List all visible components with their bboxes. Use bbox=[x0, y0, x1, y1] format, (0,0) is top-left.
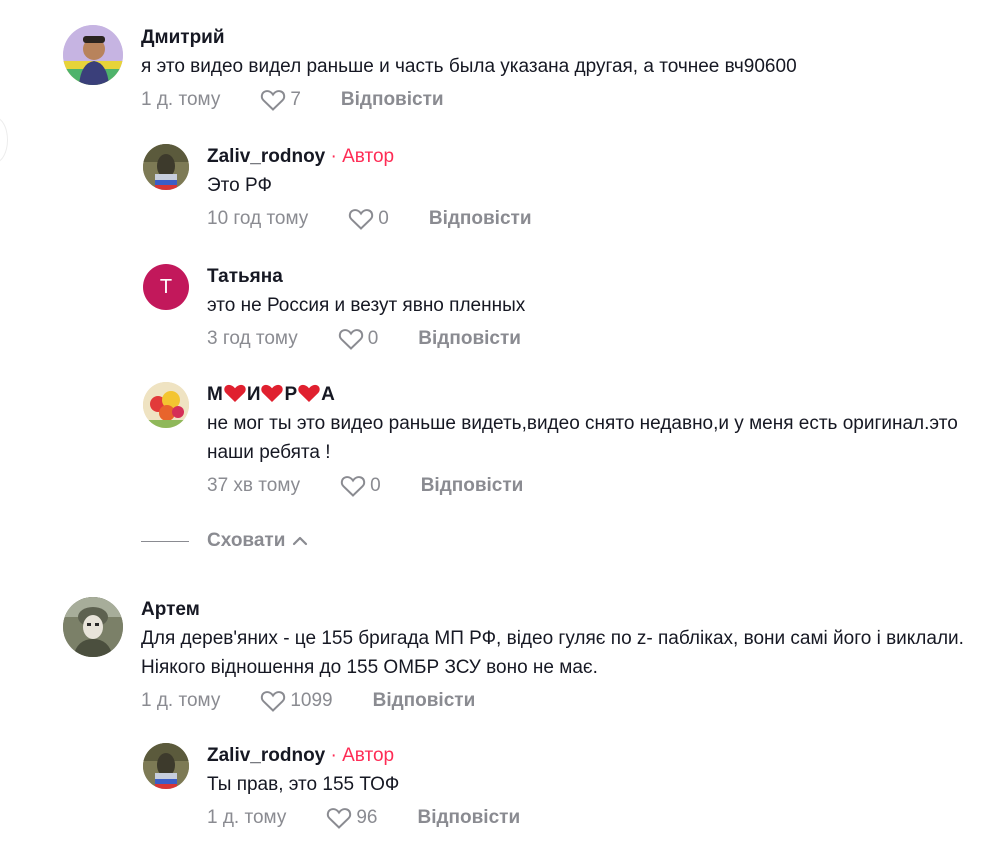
name-letter: Р bbox=[284, 384, 298, 405]
name-letter: М bbox=[207, 384, 223, 405]
reply-button[interactable]: Відповісти bbox=[417, 807, 520, 829]
name-letter: А bbox=[321, 384, 335, 405]
author-name-text: Zaliv_rodnoy bbox=[207, 146, 326, 167]
comment-text: не мог ты это видео раньше видеть,видео … bbox=[207, 413, 958, 463]
heart-outline-icon bbox=[338, 329, 363, 350]
like-count: 7 bbox=[290, 89, 301, 110]
comment-meta: 1 д. тому 1099 Відповісти bbox=[141, 686, 986, 716]
like-button[interactable]: 0 bbox=[338, 327, 379, 351]
heart-outline-icon bbox=[327, 808, 352, 829]
comment-author-name[interactable]: Дмитрий bbox=[141, 25, 797, 51]
comment-text: я это видео видел раньше и часть была ук… bbox=[141, 56, 797, 77]
red-heart-icon bbox=[298, 384, 320, 402]
reply-button[interactable]: Відповісти bbox=[421, 475, 524, 497]
author-badge: · Автор bbox=[330, 745, 395, 766]
like-button[interactable]: 0 bbox=[340, 474, 381, 498]
like-count: 0 bbox=[378, 208, 389, 229]
comment-meta: 3 год тому 0 Відповісти bbox=[207, 324, 525, 354]
comment-time: 1 д. тому bbox=[207, 807, 287, 828]
comment-meta: 37 хв тому 0 Відповісти bbox=[207, 471, 967, 501]
reply-button[interactable]: Відповісти bbox=[341, 89, 444, 111]
like-button[interactable]: 1099 bbox=[260, 689, 333, 713]
comment-time: 10 год тому bbox=[207, 208, 309, 229]
chevron-up-icon bbox=[293, 536, 308, 546]
heart-outline-icon bbox=[340, 476, 366, 497]
name-letter: И bbox=[246, 384, 261, 405]
avatar[interactable] bbox=[63, 597, 123, 657]
avatar-letter: T bbox=[159, 275, 173, 298]
comment-meta: 10 год тому 0 Відповісти bbox=[207, 204, 532, 234]
avatar[interactable] bbox=[143, 743, 189, 789]
reply-button[interactable]: Відповісти bbox=[429, 208, 532, 230]
like-count: 96 bbox=[356, 807, 378, 828]
comment-author-name[interactable]: МИРА bbox=[207, 382, 967, 408]
avatar[interactable] bbox=[63, 25, 123, 85]
comment-time: 37 хв тому bbox=[207, 475, 301, 496]
like-button[interactable]: 96 bbox=[326, 806, 377, 830]
like-count: 1099 bbox=[290, 690, 333, 711]
heart-outline-icon bbox=[261, 691, 286, 712]
red-heart-icon bbox=[261, 384, 284, 402]
comment-text: Это РФ bbox=[207, 175, 272, 196]
reply-button[interactable]: Відповісти bbox=[373, 690, 476, 712]
heart-outline-icon bbox=[261, 90, 286, 111]
hide-replies-button[interactable]: Сховати bbox=[141, 530, 309, 552]
avatar[interactable] bbox=[143, 144, 189, 190]
like-count: 0 bbox=[370, 475, 381, 496]
divider-line bbox=[141, 540, 189, 542]
comment-meta: 1 д. тому 7 Відповісти bbox=[141, 85, 797, 115]
heart-outline-icon bbox=[349, 209, 374, 230]
avatar[interactable] bbox=[143, 382, 189, 428]
red-heart-icon bbox=[224, 384, 246, 402]
side-edge-decoration bbox=[0, 117, 8, 163]
author-name-text: Zaliv_rodnoy bbox=[207, 745, 326, 766]
comment-time: 1 д. тому bbox=[141, 690, 221, 711]
comment-author-name[interactable]: Артем bbox=[141, 597, 986, 623]
like-button[interactable]: 0 bbox=[348, 207, 389, 231]
comment-author-name[interactable]: Татьяна bbox=[207, 264, 525, 290]
comment-time: 3 год тому bbox=[207, 328, 298, 349]
like-button[interactable]: 7 bbox=[260, 88, 301, 112]
comment-meta: 1 д. тому 96 Відповісти bbox=[207, 803, 520, 833]
comment-text: Для дерев'яних - це 155 бригада МП РФ, в… bbox=[141, 628, 964, 678]
comment-author-name[interactable]: Zaliv_rodnoy · Автор bbox=[207, 743, 520, 769]
reply-button[interactable]: Відповісти bbox=[418, 328, 521, 350]
comment-text: это не Россия и везут явно пленных bbox=[207, 295, 526, 316]
like-count: 0 bbox=[367, 328, 379, 349]
comment-time: 1 д. тому bbox=[141, 89, 221, 110]
author-badge: · Автор bbox=[330, 146, 395, 167]
comment-text: Ты прав, это 155 ТОФ bbox=[207, 774, 400, 795]
hide-replies-label: Сховати bbox=[207, 530, 286, 551]
comment-author-name[interactable]: Zaliv_rodnoy · Автор bbox=[207, 144, 532, 170]
avatar[interactable]: T bbox=[143, 264, 189, 310]
